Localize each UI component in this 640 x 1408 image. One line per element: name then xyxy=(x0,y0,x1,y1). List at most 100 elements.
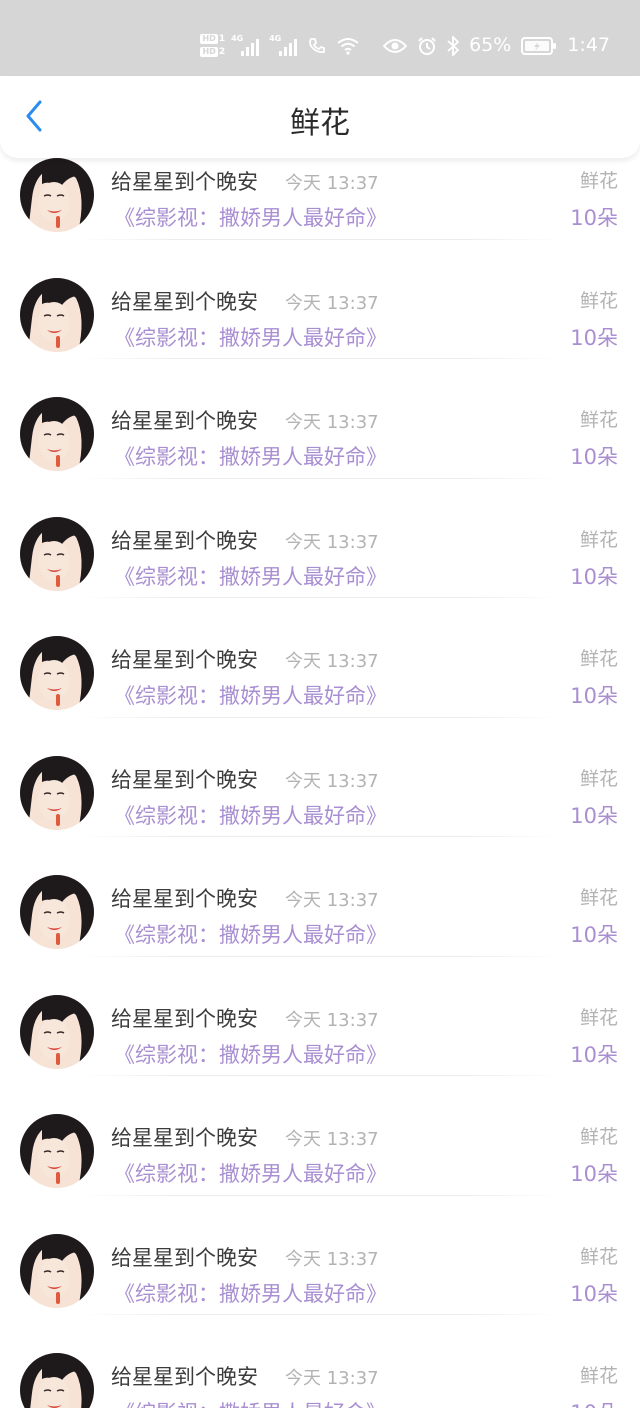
send-time: 今天 13:37 xyxy=(285,1009,379,1031)
gift-amount: 10朵 xyxy=(570,325,618,350)
gift-type: 鲜花 xyxy=(579,170,618,192)
sim2-badge: HD 2 xyxy=(200,47,225,57)
avatar[interactable] xyxy=(20,1233,94,1308)
sender-name: 给星星到个晚安 xyxy=(111,1365,258,1389)
gift-amount: 10朵 xyxy=(570,1042,618,1067)
signal2-icon: 4G xyxy=(269,34,298,56)
list-item[interactable]: 给星星到个晚安 今天 13:37 《综影视：撒娇男人最好命》 鲜花 10朵 xyxy=(0,240,640,359)
sender-name: 给星星到个晚安 xyxy=(111,409,258,433)
avatar[interactable] xyxy=(20,397,94,471)
sender-name: 给星星到个晚安 xyxy=(111,648,258,672)
send-time: 今天 13:37 xyxy=(285,173,379,194)
avatar[interactable] xyxy=(20,158,94,232)
gift-amount: 10朵 xyxy=(570,1403,618,1408)
sim2-hd-label: HD xyxy=(200,47,218,57)
send-time: 今天 13:37 xyxy=(285,890,379,911)
alarm-icon xyxy=(417,36,437,56)
book-title-link[interactable]: 《综影视：撒娇男人最好命》 xyxy=(114,208,387,229)
sim1-badge: HD 1 xyxy=(200,34,225,44)
gift-type: 鲜花 xyxy=(579,767,618,790)
list-item[interactable]: 给星星到个晚安 今天 13:37 《综影视：撒娇男人最好命》 鲜花 10朵 xyxy=(0,957,640,1076)
signal1-icon: 4G xyxy=(231,34,260,56)
gift-amount: 10朵 xyxy=(570,1162,618,1186)
send-time: 今天 13:37 xyxy=(285,1129,379,1150)
list-inner: 给星星到个晚安 今天 13:37 《综影视：撒娇男人最好命》 鲜花 10朵 给星… xyxy=(0,158,640,1408)
gift-amount: 10朵 xyxy=(570,445,618,469)
book-title-link[interactable]: 《综影视：撒娇男人最好命》 xyxy=(114,686,387,707)
flower-record-list[interactable]: 给星星到个晚安 今天 13:37 《综影视：撒娇男人最好命》 鲜花 10朵 给星… xyxy=(0,158,640,1408)
battery-percent: 65% xyxy=(469,34,512,56)
send-time: 今天 13:37 xyxy=(285,292,379,314)
wifi-call-icon xyxy=(307,36,327,56)
bluetooth-icon xyxy=(447,35,460,56)
sender-name: 给星星到个晚安 xyxy=(111,767,258,792)
sender-name: 给星星到个晚安 xyxy=(111,887,258,911)
avatar[interactable] xyxy=(20,277,94,352)
avatar[interactable] xyxy=(20,636,94,710)
book-title-link[interactable]: 《综影视：撒娇男人最好命》 xyxy=(114,805,387,827)
sender-name: 给星星到个晚安 xyxy=(111,1006,258,1031)
send-time: 今天 13:37 xyxy=(285,531,379,553)
book-title-link[interactable]: 《综影视：撒娇男人最好命》 xyxy=(114,327,387,349)
list-item[interactable]: 给星星到个晚安 今天 13:37 《综影视：撒娇男人最好命》 鲜花 10朵 xyxy=(0,479,640,598)
clock: 1:47 xyxy=(567,34,610,56)
avatar[interactable] xyxy=(20,516,94,591)
sender-name: 给星星到个晚安 xyxy=(111,170,258,194)
book-title-link[interactable]: 《综影视：撒娇男人最好命》 xyxy=(114,1283,387,1305)
gift-type: 鲜花 xyxy=(579,1006,618,1029)
header-bar: 鲜花 xyxy=(0,76,640,158)
send-time: 今天 13:37 xyxy=(285,1368,379,1389)
wifi-icon xyxy=(337,37,359,55)
list-item[interactable]: 给星星到个晚安 今天 13:37 《综影视：撒娇男人最好命》 鲜花 10朵 xyxy=(0,837,640,957)
avatar[interactable] xyxy=(20,755,94,830)
gift-amount: 10朵 xyxy=(570,564,618,589)
gift-type: 鲜花 xyxy=(579,409,618,431)
book-title-link[interactable]: 《综影视：撒娇男人最好命》 xyxy=(114,1403,387,1408)
avatar[interactable] xyxy=(20,1353,94,1408)
avatar[interactable] xyxy=(20,1114,94,1188)
send-time: 今天 13:37 xyxy=(285,412,379,433)
gift-type: 鲜花 xyxy=(579,1365,618,1387)
gift-type: 鲜花 xyxy=(579,1126,618,1148)
battery-icon xyxy=(521,36,557,55)
list-item[interactable]: 给星星到个晚安 今天 13:37 《综影视：撒娇男人最好命》 鲜花 10朵 xyxy=(0,1076,640,1196)
status-bar: HD 1 HD 2 4G 4G 65% 1:47 xyxy=(0,0,640,76)
list-item[interactable]: 给星星到个晚安 今天 13:37 《综影视：撒娇男人最好命》 鲜花 10朵 xyxy=(0,158,640,240)
status-icons: HD 1 HD 2 4G 4G 65% 1:47 xyxy=(200,34,610,57)
send-time: 今天 13:37 xyxy=(285,1248,379,1270)
eye-icon xyxy=(383,38,408,54)
sender-name: 给星星到个晚安 xyxy=(111,1126,258,1150)
book-title-link[interactable]: 《综影视：撒娇男人最好命》 xyxy=(114,447,387,468)
sim2-number: 2 xyxy=(218,46,226,57)
gift-type: 鲜花 xyxy=(579,528,618,551)
book-title-link[interactable]: 《综影视：撒娇男人最好命》 xyxy=(114,566,387,588)
sender-name: 给星星到个晚安 xyxy=(111,1245,258,1270)
send-time: 今天 13:37 xyxy=(285,651,379,672)
gift-amount: 10朵 xyxy=(570,803,618,828)
sim1-number: 1 xyxy=(218,33,226,44)
book-title-link[interactable]: 《综影视：撒娇男人最好命》 xyxy=(114,1164,387,1185)
gift-type: 鲜花 xyxy=(579,289,618,312)
avatar[interactable] xyxy=(20,994,94,1069)
page-title: 鲜花 xyxy=(290,106,350,141)
list-item[interactable]: 给星星到个晚安 今天 13:37 《综影视：撒娇男人最好命》 鲜花 10朵 xyxy=(0,1196,640,1315)
list-item[interactable]: 给星星到个晚安 今天 13:37 《综影视：撒娇男人最好命》 鲜花 10朵 xyxy=(0,1315,640,1408)
gift-amount: 10朵 xyxy=(570,1281,618,1306)
gift-type: 鲜花 xyxy=(579,887,618,909)
avatar[interactable] xyxy=(20,875,94,949)
book-title-link[interactable]: 《综影视：撒娇男人最好命》 xyxy=(114,925,387,946)
sender-name: 给星星到个晚安 xyxy=(111,289,258,314)
sender-name: 给星星到个晚安 xyxy=(111,528,258,553)
sim-indicators: HD 1 HD 2 xyxy=(200,34,225,57)
gift-amount: 10朵 xyxy=(570,923,618,947)
gift-amount: 10朵 xyxy=(570,206,618,230)
list-item[interactable]: 给星星到个晚安 今天 13:37 《综影视：撒娇男人最好命》 鲜花 10朵 xyxy=(0,718,640,837)
list-item[interactable]: 给星星到个晚安 今天 13:37 《综影视：撒娇男人最好命》 鲜花 10朵 xyxy=(0,359,640,479)
gift-type: 鲜花 xyxy=(579,648,618,670)
gift-type: 鲜花 xyxy=(579,1245,618,1268)
sim1-hd-label: HD xyxy=(200,34,218,44)
book-title-link[interactable]: 《综影视：撒娇男人最好命》 xyxy=(114,1044,387,1066)
gift-amount: 10朵 xyxy=(570,684,618,708)
send-time: 今天 13:37 xyxy=(285,770,379,792)
list-item[interactable]: 给星星到个晚安 今天 13:37 《综影视：撒娇男人最好命》 鲜花 10朵 xyxy=(0,598,640,718)
